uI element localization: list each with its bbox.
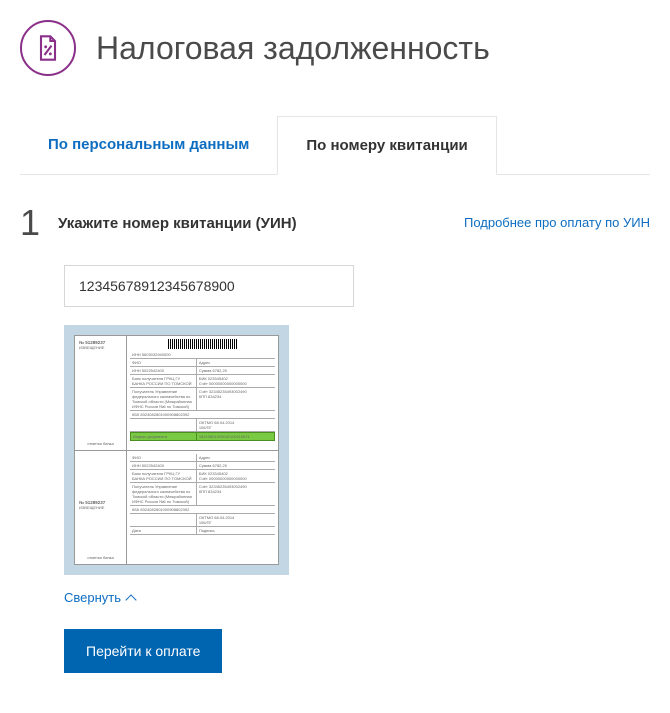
receipt-date: Дата bbox=[130, 527, 197, 534]
tab-personal-data[interactable]: По персональным данным bbox=[20, 116, 277, 174]
receipt-line: Банк получателя ГРКЦ ГУБАНКА РОССИИ ПО Т… bbox=[130, 375, 197, 387]
receipt-notice-top: ИЗВЕЩЕНИЕ bbox=[79, 345, 122, 350]
tab-content: 1 Укажите номер квитанции (УИН) Подробне… bbox=[0, 175, 670, 713]
barcode-icon bbox=[168, 339, 238, 349]
receipt-line: БИК 023345402Счёт 00000000000000000 bbox=[197, 470, 275, 482]
receipt-addr: Адрес bbox=[197, 359, 275, 366]
receipt-sample-image: № 51289237 ИЗВЕЩЕНИЕ отметки банка ИНН 5… bbox=[64, 325, 289, 575]
proceed-payment-button[interactable]: Перейти к оплате bbox=[64, 629, 222, 673]
collapse-label: Свернуть bbox=[64, 590, 121, 605]
step-title: Укажите номер квитанции (УИН) bbox=[58, 215, 297, 232]
page-title: Налоговая задолженность bbox=[96, 30, 490, 67]
receipt-addr-b: Адрес bbox=[197, 454, 275, 461]
receipt-line: КБК 8324082801000908802392 bbox=[130, 506, 275, 514]
receipt-line: Получатель Управлениефедерального казнач… bbox=[130, 388, 197, 410]
receipt-line: Получатель Управлениефедерального казнач… bbox=[130, 483, 197, 505]
tab-receipt-number[interactable]: По номеру квитанции bbox=[277, 116, 496, 175]
bank-marks-bottom: отметки банка bbox=[79, 555, 122, 560]
receipt-fio-b: ФИО bbox=[130, 454, 197, 461]
page-header: Налоговая задолженность bbox=[0, 0, 670, 96]
receipt-highlight-uin: Индекс документа 18210601020042100110671 bbox=[130, 432, 275, 441]
receipt-sum: Сумма 6782,20 bbox=[197, 367, 275, 374]
receipt-line bbox=[130, 419, 197, 431]
document-percent-icon bbox=[20, 20, 76, 76]
receipt-highlight-value: 18210601020042100110671 bbox=[197, 433, 274, 440]
help-link-uin[interactable]: Подробнее про оплату по УИН bbox=[464, 205, 650, 230]
receipt-line: Счёт 32345235493002490КПП 834234 bbox=[197, 483, 275, 505]
receipt-line bbox=[130, 514, 197, 526]
receipt-line: ИНН 5603032940000 bbox=[130, 351, 275, 359]
receipt-line: ИНН 5022542400 bbox=[130, 462, 197, 469]
receipt-line: ОКТМО 68.04.2014106/ПГ bbox=[197, 419, 275, 431]
tabs-container: По персональным данным По номеру квитанц… bbox=[20, 116, 650, 175]
receipt-sum-b: Сумма 6782,20 bbox=[197, 462, 275, 469]
receipt-notice-bottom: ИЗВЕЩЕНИЕ bbox=[79, 505, 122, 510]
step-header: 1 Укажите номер квитанции (УИН) Подробне… bbox=[20, 205, 650, 241]
receipt-sign: Подпись bbox=[197, 527, 275, 534]
receipt-line: Счёт 32345235493002490КПП 834234 bbox=[197, 388, 275, 410]
step-number: 1 bbox=[20, 205, 40, 241]
receipt-line: ОКТМО 68.04.2014106/ПГ bbox=[197, 514, 275, 526]
uin-input[interactable] bbox=[64, 265, 354, 307]
receipt-index-doc: Индекс документа bbox=[131, 433, 197, 440]
step-left: 1 Укажите номер квитанции (УИН) bbox=[20, 205, 297, 241]
receipt-line: ИНН 5022542400 bbox=[130, 367, 197, 374]
receipt-paper: № 51289237 ИЗВЕЩЕНИЕ отметки банка ИНН 5… bbox=[74, 335, 279, 565]
form-section: № 51289237 ИЗВЕЩЕНИЕ отметки банка ИНН 5… bbox=[20, 265, 650, 673]
bank-marks-top: отметки банка bbox=[79, 441, 122, 446]
receipt-line: КБК 8324082801000908802392 bbox=[130, 411, 275, 419]
receipt-fio: ФИО bbox=[130, 359, 197, 366]
receipt-line: БИК 023345402Счёт 00000000000000000 bbox=[197, 375, 275, 387]
receipt-line: Банк получателя ГРКЦ ГУБАНКА РОССИИ ПО Т… bbox=[130, 470, 197, 482]
collapse-toggle[interactable]: Свернуть bbox=[64, 590, 135, 605]
chevron-up-icon bbox=[125, 594, 136, 605]
